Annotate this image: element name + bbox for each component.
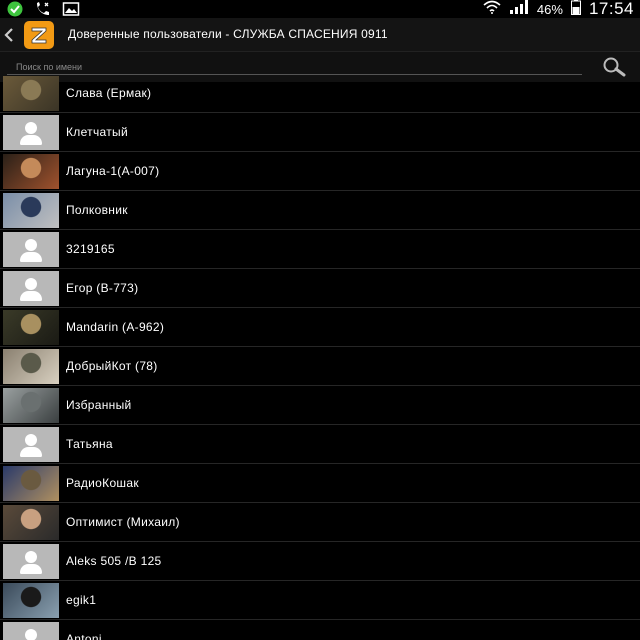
contact-name: Лагуна-1(А-007) [66, 164, 160, 178]
contact-name: Mandarin (А-962) [66, 320, 165, 334]
contact-row[interactable]: egik1 [0, 581, 640, 620]
avatar-photo [3, 388, 59, 423]
contact-name: Клетчатый [66, 125, 128, 139]
avatar-photo [3, 505, 59, 540]
avatar-photo [3, 76, 59, 111]
contact-name: Оптимист (Михаил) [66, 515, 180, 529]
contact-row[interactable]: Antoni [0, 620, 640, 640]
avatar-photo [3, 466, 59, 501]
contact-name: ДобрыйКот (78) [66, 359, 158, 373]
avatar-photo [3, 154, 59, 189]
contact-name: Antoni [66, 632, 102, 640]
status-bar: 46% 17:54 [0, 0, 640, 18]
avatar-photo [3, 349, 59, 384]
contact-row[interactable]: 3219165 [0, 230, 640, 269]
zello-logo-icon[interactable] [24, 21, 54, 49]
contacts-list: Слава (Ермак) Клетчатый Лагуна-1(А-007) Пол… [0, 74, 640, 640]
contact-row[interactable]: Aleks 505 /B 125 [0, 542, 640, 581]
contact-name: Избранный [66, 398, 132, 412]
default-avatar-icon [3, 544, 59, 579]
default-avatar-icon [3, 271, 59, 306]
contact-row[interactable]: Лагуна-1(А-007) [0, 152, 640, 191]
contact-row[interactable]: Избранный [0, 386, 640, 425]
wifi-icon [483, 0, 501, 19]
default-avatar-icon [3, 622, 59, 640]
contact-row[interactable]: Mandarin (А-962) [0, 308, 640, 347]
battery-percent: 46% [536, 1, 563, 17]
avatar-photo [3, 583, 59, 618]
contact-name: Татьяна [66, 437, 113, 451]
avatar-photo [3, 310, 59, 345]
contact-row[interactable]: Слава (Ермак) [0, 74, 640, 113]
contact-row[interactable]: Клетчатый [0, 113, 640, 152]
default-avatar-icon [3, 427, 59, 462]
battery-icon [570, 0, 581, 20]
contact-row[interactable]: РадиоКошак [0, 464, 640, 503]
contact-name: Слава (Ермак) [66, 86, 152, 100]
contact-row[interactable]: Егор (В-773) [0, 269, 640, 308]
search-input[interactable] [7, 59, 582, 75]
signal-icon [509, 0, 529, 19]
contact-name: Егор (В-773) [66, 281, 139, 295]
contact-name: 3219165 [66, 242, 115, 256]
contact-row[interactable]: Татьяна [0, 425, 640, 464]
contact-name: Полковник [66, 203, 128, 217]
default-avatar-icon [3, 232, 59, 267]
search-field-container [7, 57, 582, 75]
contact-row[interactable]: Полковник [0, 191, 640, 230]
contact-name: Aleks 505 /B 125 [66, 554, 162, 568]
system-indicators: 46% 17:54 [483, 0, 634, 18]
clock: 17:54 [588, 0, 634, 18]
default-avatar-icon [3, 115, 59, 150]
contact-row[interactable]: Оптимист (Михаил) [0, 503, 640, 542]
back-arrow-icon[interactable] [2, 26, 16, 44]
page-title: Доверенные пользователи - СЛУЖБА СПАСЕНИ… [68, 27, 388, 41]
contact-row[interactable]: ДобрыйКот (78) [0, 347, 640, 386]
action-bar: Доверенные пользователи - СЛУЖБА СПАСЕНИ… [0, 18, 640, 52]
contact-name: egik1 [66, 593, 97, 607]
avatar-photo [3, 193, 59, 228]
contact-name: РадиоКошак [66, 476, 139, 490]
